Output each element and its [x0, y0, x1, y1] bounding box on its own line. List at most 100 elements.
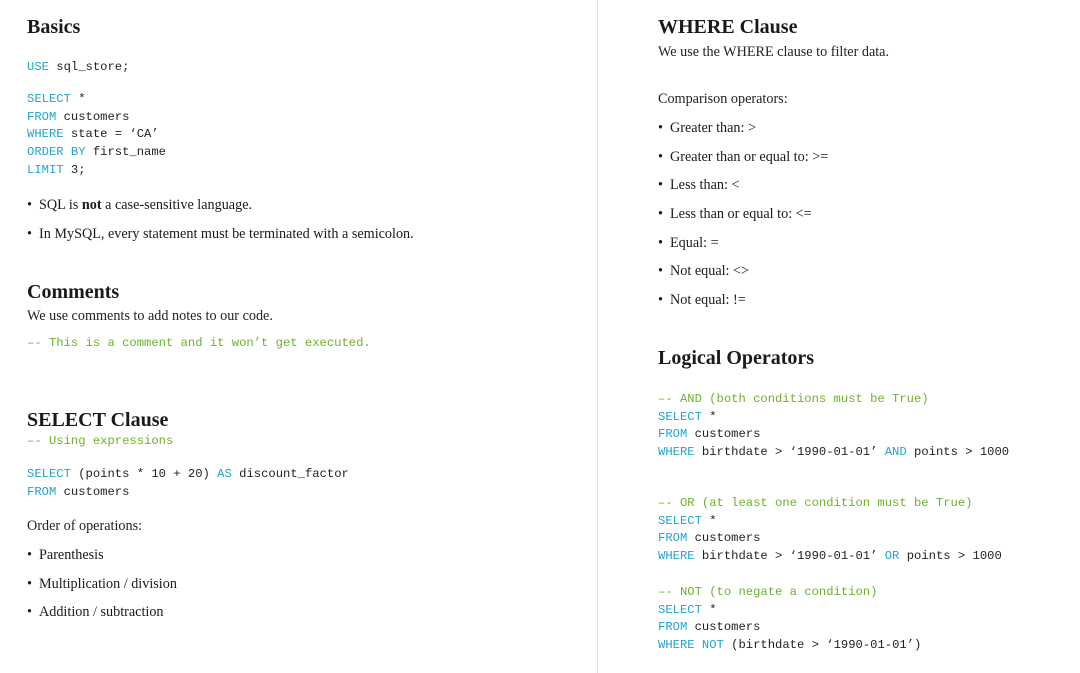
code-text: (birthdate > ‘1990-01-01’): [723, 638, 922, 653]
comparison-list: Greater than: > Greater than or equal to…: [658, 119, 828, 309]
code-text: points > 1000: [906, 445, 1010, 460]
comments-text: We use comments to add notes to our code…: [27, 308, 273, 324]
where-keyword: WHERE: [658, 445, 695, 460]
basics-section: Basics: [27, 16, 80, 38]
code-text: discount_factor: [231, 467, 349, 481]
column-divider: [597, 0, 598, 673]
code-text: *: [701, 602, 717, 617]
where-keyword: WHERE: [658, 638, 695, 653]
comment-example: –- This is a comment and it won’t get ex…: [27, 336, 371, 350]
code-line-use: USE sql_store;: [27, 59, 129, 77]
select-comment: –- Using expressions: [27, 433, 173, 451]
comparison-heading: Comparison operators:: [658, 91, 788, 107]
list-item: Less than or equal to: <=: [658, 205, 828, 223]
use-keyword: USE: [27, 60, 49, 74]
where-section: WHERE Clause: [658, 16, 797, 38]
code-line-where: WHERE birthdate > ‘1990-01-01’ OR points…: [658, 548, 1002, 566]
comments-title: Comments: [27, 281, 120, 303]
basics-title: Basics: [27, 16, 81, 38]
order-heading-wrap: Order of operations:: [27, 517, 142, 535]
code-text: points > 1000: [899, 549, 1002, 564]
code-text: 3;: [63, 162, 86, 177]
list-item: Addition / subtraction: [27, 603, 177, 621]
logical-section: Logical Operators: [658, 347, 814, 369]
list-item: Equal: =: [658, 234, 828, 252]
code-line-order: ORDER BY first_name: [27, 144, 166, 162]
code-comment: –- OR (at least one condition must be Tr…: [658, 496, 973, 510]
comments-body: We use comments to add notes to our code…: [27, 307, 273, 325]
note-text: SQL is: [39, 197, 82, 213]
select-keyword: SELECT: [658, 602, 702, 617]
code-text: (points * 10 + 20): [70, 467, 218, 481]
code-line-select: SELECT *: [658, 409, 1009, 427]
code-text: customers: [687, 531, 761, 546]
where-keyword: WHERE: [658, 549, 695, 564]
code-text: *: [70, 92, 86, 106]
comments-section: Comments: [27, 281, 119, 303]
code-line-where: WHERE birthdate > ‘1990-01-01’ AND point…: [658, 444, 1009, 462]
limit-keyword: LIMIT: [27, 162, 64, 177]
select-code: SELECT (points * 10 + 20) AS discount_fa…: [27, 466, 349, 501]
code-text: customers: [687, 620, 761, 635]
list-item: Not equal: <>: [658, 262, 828, 280]
code-text: birthdate > ‘1990-01-01’: [694, 549, 885, 564]
as-keyword: AS: [217, 467, 232, 481]
code-line-where: WHERE NOT (birthdate > ‘1990-01-01’): [658, 637, 921, 655]
list-item: Multiplication / division: [27, 575, 177, 593]
code-line-from: FROM customers: [658, 426, 1009, 444]
code-line-select: SELECT (points * 10 + 20) AS discount_fa…: [27, 466, 349, 484]
basics-code: USE sql_store;: [27, 59, 129, 77]
not-example: –- NOT (to negate a condition) SELECT * …: [658, 584, 921, 655]
code-text: customers: [56, 484, 130, 499]
code-line-from: FROM customers: [27, 484, 349, 502]
from-keyword: FROM: [27, 484, 57, 499]
code-comment: –- Using expressions: [27, 434, 174, 448]
select-keyword: SELECT: [27, 92, 71, 106]
select-title: SELECT Clause: [27, 409, 169, 431]
select-section: SELECT Clause: [27, 409, 168, 431]
select-keyword: SELECT: [658, 409, 702, 424]
or-example: –- OR (at least one condition must be Tr…: [658, 495, 1002, 566]
or-keyword: OR: [884, 549, 900, 564]
and-keyword: AND: [884, 445, 907, 460]
note-text: a case-sensitive language.: [101, 197, 253, 213]
from-keyword: FROM: [658, 620, 688, 635]
code-line-where: WHERE state = ‘CA’: [27, 126, 166, 144]
from-keyword: FROM: [658, 531, 688, 546]
where-keyword: WHERE: [27, 127, 64, 142]
code-comment: –- AND (both conditions must be True): [658, 392, 929, 406]
list-item: In MySQL, every statement must be termin…: [27, 225, 414, 243]
comments-example: –- This is a comment and it won’t get ex…: [27, 335, 371, 353]
order-heading: Order of operations:: [27, 518, 143, 534]
list-item: Greater than: >: [658, 119, 828, 137]
code-text: birthdate > ‘1990-01-01’: [694, 445, 885, 460]
code-comment: –- NOT (to negate a condition): [658, 585, 878, 599]
where-title: WHERE Clause: [658, 16, 798, 38]
list-item: Less than: <: [658, 176, 828, 194]
from-keyword: FROM: [658, 427, 688, 442]
code-line-select: SELECT *: [658, 513, 1002, 531]
code-line-select: SELECT *: [27, 91, 166, 109]
and-example: –- AND (both conditions must be True) SE…: [658, 391, 1009, 462]
comparison-heading-wrap: Comparison operators:: [658, 90, 788, 108]
list-item: Not equal: !=: [658, 291, 828, 309]
code-line-select: SELECT *: [658, 602, 921, 620]
code-line-from: FROM customers: [658, 530, 1002, 548]
code-line-from: FROM customers: [658, 619, 921, 637]
code-text: *: [701, 409, 717, 424]
code-text: first_name: [85, 145, 166, 160]
emphasis-text: not: [81, 197, 102, 213]
where-body: We use the WHERE clause to filter data.: [658, 43, 889, 61]
where-text: We use the WHERE clause to filter data.: [658, 44, 890, 60]
list-item: Parenthesis: [27, 546, 177, 564]
code-text: customers: [687, 427, 761, 442]
code-text: sql_store;: [48, 60, 130, 74]
order-by-keyword: ORDER BY: [27, 145, 86, 160]
list-item: Greater than or equal to: >=: [658, 148, 828, 166]
code-text: state = ‘CA’: [63, 127, 159, 142]
code-line-limit: LIMIT 3;: [27, 162, 166, 180]
code-text: customers: [56, 109, 130, 124]
select-keyword: SELECT: [658, 513, 702, 528]
logical-title: Logical Operators: [658, 347, 815, 369]
basics-notes: SQL is not a case-sensitive language. In…: [27, 196, 414, 243]
